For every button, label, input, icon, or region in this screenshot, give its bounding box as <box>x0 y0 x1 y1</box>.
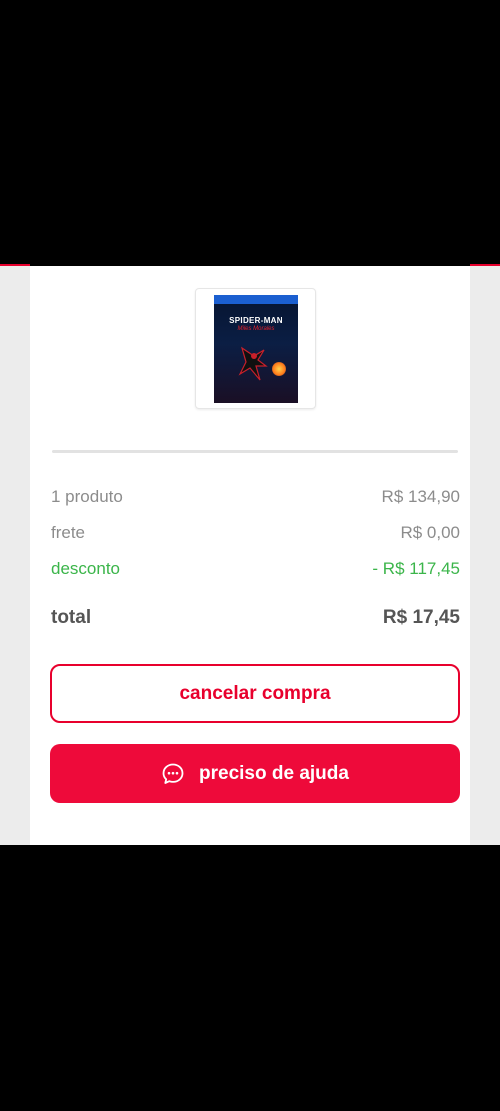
cancel-purchase-button[interactable]: cancelar compra <box>50 664 460 723</box>
bottom-black-area <box>0 845 500 1111</box>
help-label: preciso de ajuda <box>199 762 349 784</box>
discount-label: desconto <box>51 559 120 578</box>
spiderman-figure-icon <box>238 346 268 381</box>
help-button[interactable]: preciso de ajuda <box>50 744 460 803</box>
total-label: total <box>51 607 92 628</box>
subtotal-row: 1 produto R$ 134,90 <box>51 487 460 507</box>
subtotal-label: 1 produto <box>51 487 123 506</box>
product-cover-image: PS5 SPIDER-MAN Miles Morales <box>214 295 298 403</box>
chat-bubble-icon <box>162 763 184 784</box>
top-black-area <box>0 0 500 266</box>
discount-row: desconto - R$ 117,45 <box>51 559 460 579</box>
product-thumbnail[interactable]: PS5 SPIDER-MAN Miles Morales <box>195 288 316 409</box>
total-value: R$ 17,45 <box>382 607 460 628</box>
shipping-label: frete <box>51 523 86 542</box>
cover-subtitle: Miles Morales <box>237 326 275 332</box>
shipping-row: frete R$ 0,00 <box>51 523 460 543</box>
shipping-value: R$ 0,00 <box>400 523 460 542</box>
cover-title: SPIDER-MAN <box>229 316 283 325</box>
cover-platform-logo: PS5 <box>216 295 229 301</box>
divider <box>52 450 458 453</box>
cancel-purchase-label: cancelar compra <box>179 682 331 704</box>
subtotal-value: R$ 134,90 <box>381 487 460 506</box>
venom-glow <box>272 362 286 376</box>
order-summary-card: PS5 SPIDER-MAN Miles Morales 1 produto R… <box>30 266 470 845</box>
order-screen: PS5 SPIDER-MAN Miles Morales 1 produto R… <box>0 266 500 845</box>
discount-value: - R$ 117,45 <box>372 559 460 578</box>
total-row: total R$ 17,45 <box>51 607 460 629</box>
